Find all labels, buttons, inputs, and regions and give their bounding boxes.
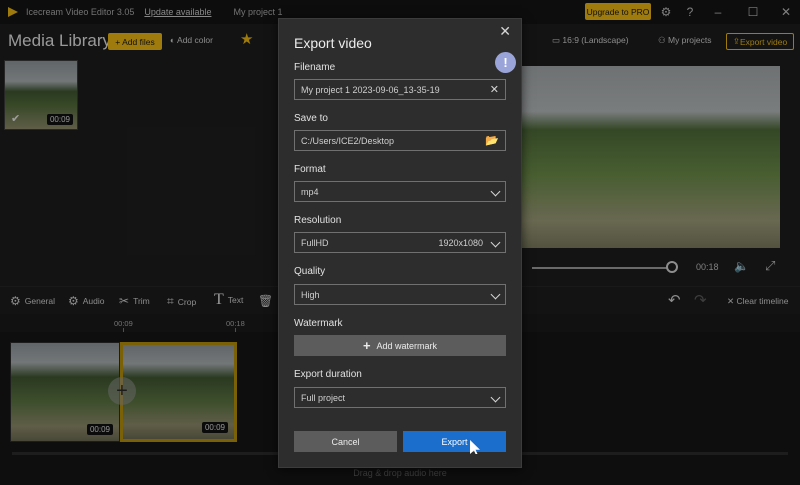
chevron-down-icon xyxy=(490,186,501,197)
chevron-down-icon xyxy=(490,392,501,403)
add-watermark-label: Add watermark xyxy=(376,340,438,351)
export-video-dialog: ✕ Export video ! Filename My project 1 2… xyxy=(278,18,522,468)
add-watermark-button[interactable]: + Add watermark xyxy=(294,335,506,356)
dialog-title: Export video xyxy=(294,35,372,51)
quality-select[interactable]: High xyxy=(294,284,506,305)
folder-icon[interactable]: 📂 xyxy=(485,134,499,147)
quality-value: High xyxy=(301,289,320,300)
export-duration-select[interactable]: Full project xyxy=(294,387,506,408)
save-to-field[interactable]: C:/Users/ICE2/Desktop 📂 xyxy=(294,130,506,151)
dialog-close-icon[interactable]: ✕ xyxy=(499,23,511,40)
filename-field[interactable]: My project 1 2023-09-06_13-35-19 ✕ xyxy=(294,79,506,100)
resolution-label: Resolution xyxy=(294,215,342,226)
cancel-button[interactable]: Cancel xyxy=(294,431,397,452)
export-button[interactable]: Export xyxy=(403,431,506,452)
filename-value: My project 1 2023-09-06_13-35-19 xyxy=(301,84,440,95)
resolution-select[interactable]: FullHD 1920x1080 xyxy=(294,232,506,253)
watermark-label: Watermark xyxy=(294,318,343,329)
info-icon[interactable]: ! xyxy=(495,52,516,73)
save-to-label: Save to xyxy=(294,113,328,124)
export-duration-value: Full project xyxy=(301,392,346,403)
export-duration-label: Export duration xyxy=(294,369,362,380)
resolution-size: 1920x1080 xyxy=(438,238,483,248)
format-value: mp4 xyxy=(301,186,319,197)
save-to-value: C:/Users/ICE2/Desktop xyxy=(301,135,395,146)
app-window: Icecream Video Editor 3.05 Update availa… xyxy=(0,0,800,485)
filename-label: Filename xyxy=(294,62,336,73)
clear-filename-icon[interactable]: ✕ xyxy=(490,83,499,96)
plus-icon: + xyxy=(362,338,371,353)
format-select[interactable]: mp4 xyxy=(294,181,506,202)
chevron-down-icon xyxy=(490,237,501,248)
format-label: Format xyxy=(294,164,326,175)
chevron-down-icon xyxy=(490,289,501,300)
quality-label: Quality xyxy=(294,266,326,277)
resolution-value: FullHD xyxy=(301,237,329,248)
